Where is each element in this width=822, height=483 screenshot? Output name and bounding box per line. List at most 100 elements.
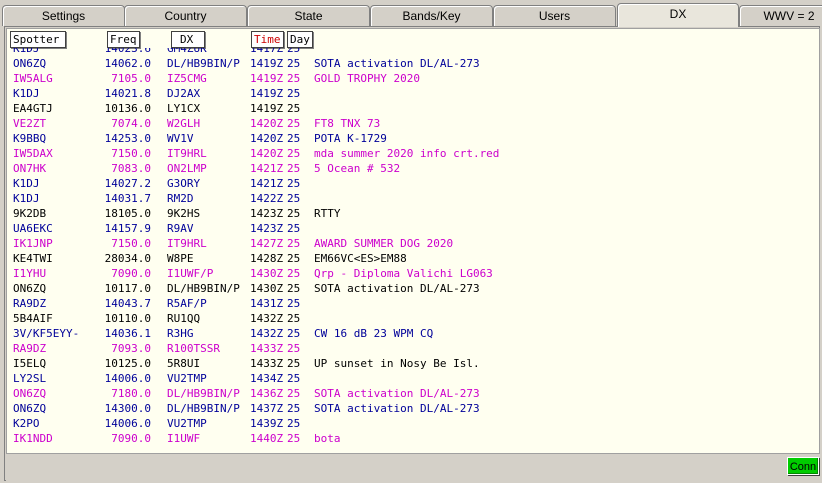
day-cell: 25 xyxy=(287,237,301,250)
spotter-cell: LY2SL xyxy=(13,372,47,385)
spot-row[interactable]: K1DJ 14031.7 RM2D 1422Z 25 xyxy=(7,191,819,206)
freq-cell: 14036.1 xyxy=(104,327,151,340)
day-cell: 25 xyxy=(287,72,301,85)
freq-cell: 7105.0 xyxy=(111,72,151,85)
tab-bar: Settings Country State Bands/Key Users D… xyxy=(0,0,822,27)
freq-cell: 10117.0 xyxy=(104,282,151,295)
tab-users[interactable]: Users xyxy=(493,5,616,26)
dx-cell: G3ORY xyxy=(167,177,201,190)
comment-cell: EM66VC<ES>EM88 xyxy=(314,252,407,265)
connect-button[interactable]: Conn xyxy=(787,457,819,475)
day-cell: 25 xyxy=(287,117,301,130)
comment-cell: mda summer 2020 info crt.red xyxy=(314,147,500,160)
spot-row[interactable]: ON6ZQ 14300.0 DL/HB9BIN/P 1437Z 25 SOTA activ… xyxy=(7,401,819,416)
spotter-cell: ON6ZQ xyxy=(13,402,47,415)
freq-cell: 14006.0 xyxy=(104,417,151,430)
tab-settings[interactable]: Settings xyxy=(2,5,125,26)
dx-spot-list[interactable]: Spotter Freq DX Time Day K1DJ 14023.6 GM4Z… xyxy=(6,28,820,454)
spot-row[interactable]: IK1JNP 7150.0 IT9HRL 1427Z 25 AWARD SUMMER DO… xyxy=(7,236,819,251)
spot-row[interactable]: 3V/KF5EYY- 14036.1 R3HG 1432Z 25 CW 16 dB 23 … xyxy=(7,326,819,341)
dx-cell: IZ5CMG xyxy=(167,72,207,85)
spotter-cell: KE4TWI xyxy=(13,252,53,265)
time-cell: 1417Z xyxy=(250,48,284,55)
spot-row[interactable]: K1DJ 14021.8 DJ2AX 1419Z 25 xyxy=(7,86,819,101)
dx-column-header[interactable]: DX xyxy=(171,31,205,48)
spot-row[interactable]: K1DJ 14027.2 G3ORY 1421Z 25 xyxy=(7,176,819,191)
spot-row[interactable]: 5B4AIF 10110.0 RU1QQ 1432Z 25 xyxy=(7,311,819,326)
time-cell: 1419Z xyxy=(250,87,284,100)
comment-cell: UP sunset in Nosy Be Isl. xyxy=(314,357,480,370)
spot-row[interactable]: ON6ZQ 14062.0 DL/HB9BIN/P 1419Z 25 SOTA activ… xyxy=(7,56,819,71)
dx-cell: I1UWF xyxy=(167,432,201,445)
day-cell: 25 xyxy=(287,102,301,115)
freq-cell: 14027.2 xyxy=(104,177,151,190)
spot-row[interactable]: I5ELQ 10125.0 5R8UI 1433Z 25 UP sunset in Nos… xyxy=(7,356,819,371)
dx-cell: 9K2HS xyxy=(167,207,201,220)
dx-cell: W2GLH xyxy=(167,117,201,130)
freq-column-header[interactable]: Freq xyxy=(107,31,140,48)
spotter-cell: I1YHU xyxy=(13,267,47,280)
time-cell: 1420Z xyxy=(250,117,284,130)
spotter-cell: EA4GTJ xyxy=(13,102,53,115)
spot-row[interactable]: KE4TWI 28034.0 W8PE 1428Z 25 EM66VC<ES>EM88 xyxy=(7,251,819,266)
spot-row[interactable]: K1DJ 14023.6 GM4ZUK 1417Z 25 xyxy=(7,48,819,56)
dx-cell: GM4ZUK xyxy=(167,48,207,55)
dx-cell: R3HG xyxy=(167,327,194,340)
spot-row[interactable]: K9BBQ 14253.0 WV1V 1420Z 25 POTA K-1729 xyxy=(7,131,819,146)
time-column-header[interactable]: Time xyxy=(251,31,284,48)
spot-row[interactable]: I1YHU 7090.0 I1UWF/P 1430Z 25 Qrp - Diploma V… xyxy=(7,266,819,281)
spot-row[interactable]: RA9DZ 7093.0 R100TSSR 1433Z 25 xyxy=(7,341,819,356)
spot-row[interactable]: 9K2DB 18105.0 9K2HS 1423Z 25 RTTY xyxy=(7,206,819,221)
freq-cell: 10136.0 xyxy=(104,102,151,115)
comment-cell: SOTA activation DL/AL-273 xyxy=(314,402,480,415)
spot-row[interactable]: UA6EKC 14157.9 R9AV 1423Z 25 xyxy=(7,221,819,236)
dx-cell: VU2TMP xyxy=(167,417,207,430)
day-cell: 25 xyxy=(287,357,301,370)
spot-row[interactable]: EA4GTJ 10136.0 LY1CX 1419Z 25 xyxy=(7,101,819,116)
day-cell: 25 xyxy=(287,372,301,385)
spot-row[interactable]: IW5ALG 7105.0 IZ5CMG 1419Z 25 GOLD TROPHY 202… xyxy=(7,71,819,86)
dx-cell: RU1QQ xyxy=(167,312,201,325)
day-column-header[interactable]: Day xyxy=(287,31,313,48)
tab-dx[interactable]: DX xyxy=(617,3,739,27)
tab-state[interactable]: State xyxy=(247,5,370,26)
dx-cell: VU2TMP xyxy=(167,372,207,385)
freq-cell: 14157.9 xyxy=(104,222,151,235)
spotter-cell: UA6EKC xyxy=(13,222,53,235)
tab-wwv[interactable]: WWV = 2 xyxy=(739,5,822,26)
day-cell: 25 xyxy=(287,312,301,325)
comment-cell: RTTY xyxy=(314,207,341,220)
spotter-cell: RA9DZ xyxy=(13,342,47,355)
time-cell: 1428Z xyxy=(250,252,284,265)
dx-cell: 5R8UI xyxy=(167,357,201,370)
day-cell: 25 xyxy=(287,207,301,220)
tab-bands-key[interactable]: Bands/Key xyxy=(370,5,493,26)
spot-row[interactable]: ON7HK 7083.0 ON2LMP 1421Z 25 5 Ocean # 532 xyxy=(7,161,819,176)
tab-country[interactable]: Country xyxy=(124,5,247,26)
day-cell: 25 xyxy=(287,267,301,280)
time-cell: 1439Z xyxy=(250,417,284,430)
spot-row[interactable]: K2PO 14006.0 VU2TMP 1439Z 25 xyxy=(7,416,819,431)
comment-cell: POTA K-1729 xyxy=(314,132,387,145)
spot-row[interactable]: ON6ZQ 7180.0 DL/HB9BIN/P 1436Z 25 SOTA activa… xyxy=(7,386,819,401)
day-cell: 25 xyxy=(287,252,301,265)
day-cell: 25 xyxy=(287,48,301,55)
dx-cell: R100TSSR xyxy=(167,342,220,355)
spotter-column-header[interactable]: Spotter xyxy=(10,31,66,48)
spot-row[interactable]: LY2SL 14006.0 VU2TMP 1434Z 25 xyxy=(7,371,819,386)
time-cell: 1423Z xyxy=(250,222,284,235)
freq-cell: 7090.0 xyxy=(111,432,151,445)
spotter-cell: IW5ALG xyxy=(13,72,53,85)
time-cell: 1419Z xyxy=(250,72,284,85)
freq-cell: 14021.8 xyxy=(104,87,151,100)
spotter-cell: ON6ZQ xyxy=(13,57,47,70)
spot-row[interactable]: IW5DAX 7150.0 IT9HRL 1420Z 25 mda summer 2020… xyxy=(7,146,819,161)
day-cell: 25 xyxy=(287,87,301,100)
spot-row[interactable]: VE2ZT 7074.0 W2GLH 1420Z 25 FT8 TNX 73 xyxy=(7,116,819,131)
spot-row[interactable]: RA9DZ 14043.7 R5AF/P 1431Z 25 xyxy=(7,296,819,311)
spot-row[interactable]: ON6ZQ 10117.0 DL/HB9BIN/P 1430Z 25 SOTA activ… xyxy=(7,281,819,296)
spot-row[interactable]: IK1NDD 7090.0 I1UWF 1440Z 25 bota xyxy=(7,431,819,446)
time-cell: 1421Z xyxy=(250,162,284,175)
spotter-cell: K2PO xyxy=(13,417,40,430)
day-cell: 25 xyxy=(287,402,301,415)
